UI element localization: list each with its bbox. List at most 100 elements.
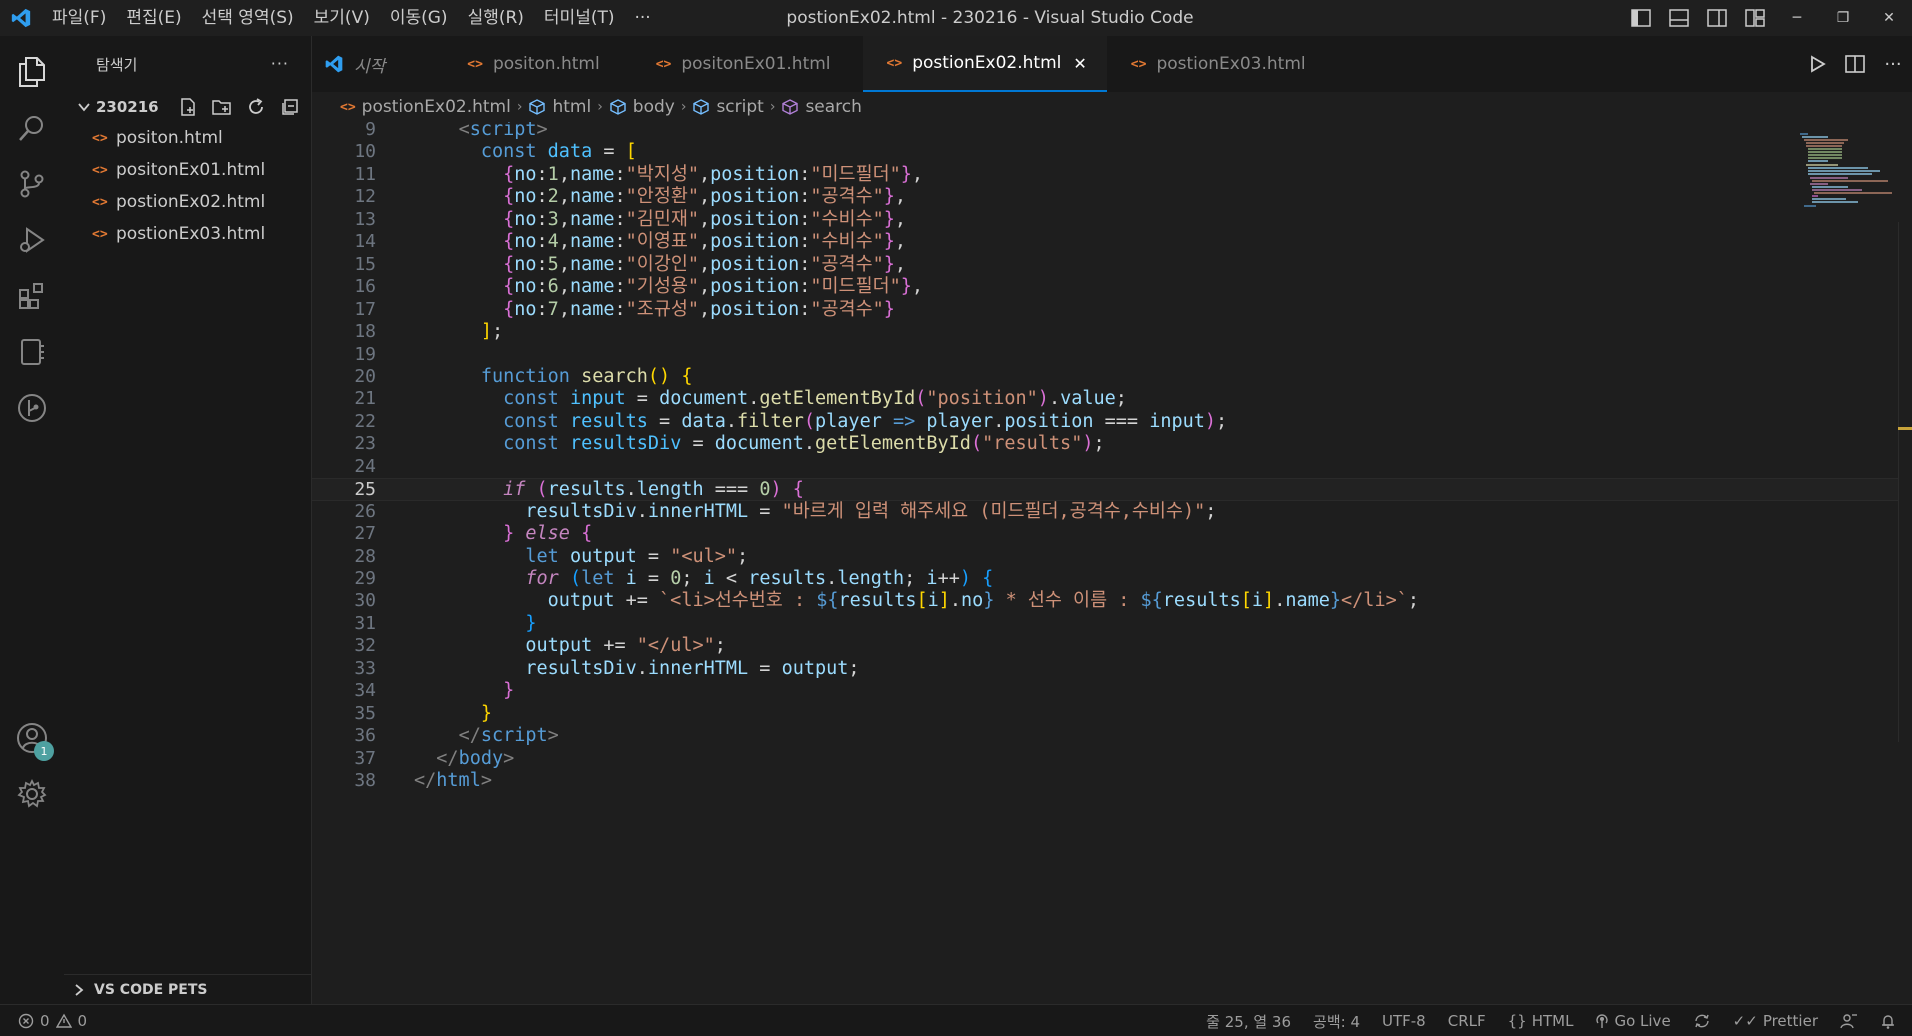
sync-icon[interactable]: [1693, 1013, 1711, 1029]
cursor-position[interactable]: 줄 25, 열 36: [1206, 1011, 1291, 1032]
method-cube-icon: [781, 98, 799, 116]
menu-more[interactable]: ···: [625, 0, 661, 36]
toggle-panel-icon[interactable]: [1660, 0, 1698, 36]
breadcrumb-file[interactable]: <> postionEx02.html: [340, 97, 511, 117]
code-line[interactable]: 22 const results = data.filter(player =>…: [312, 411, 1912, 433]
minimap[interactable]: [1798, 132, 1894, 212]
refresh-icon[interactable]: [243, 95, 269, 119]
feedback-icon[interactable]: [1840, 1013, 1858, 1029]
go-live-button[interactable]: Go Live: [1595, 1012, 1671, 1030]
explorer-more-button[interactable]: ···: [271, 54, 289, 73]
element-cube-icon: [692, 98, 710, 116]
new-file-icon[interactable]: [175, 95, 201, 119]
file-item[interactable]: <> positon.html: [64, 122, 311, 154]
code-line[interactable]: 24: [312, 456, 1912, 478]
code-line[interactable]: 27 } else {: [312, 523, 1912, 545]
git-graph-icon[interactable]: [0, 380, 64, 436]
code-line[interactable]: 28 let output = "<ul>";: [312, 546, 1912, 568]
code-line[interactable]: 14 {no:4,name:"이영표",position:"수비수"},: [312, 231, 1912, 253]
toggle-primary-sidebar-icon[interactable]: [1622, 0, 1660, 36]
code-line[interactable]: 29 for (let i = 0; i < results.length; i…: [312, 568, 1912, 590]
code-line[interactable]: 36 </script>: [312, 725, 1912, 747]
code-editor[interactable]: 9 <script> 10 const data = [11 {no:1,name…: [312, 122, 1912, 1004]
code-line[interactable]: 32 output += "</ul>";: [312, 635, 1912, 657]
menu-go[interactable]: 이동(G): [380, 0, 458, 36]
restore-button[interactable]: ❐: [1820, 0, 1866, 36]
menu-edit[interactable]: 편집(E): [116, 0, 191, 36]
file-item[interactable]: <> postionEx02.html: [64, 186, 311, 218]
code-line[interactable]: 9 <script>: [312, 122, 1912, 141]
indentation[interactable]: 공백: 4: [1313, 1011, 1360, 1032]
tab-welcome[interactable]: 시작: [312, 36, 405, 92]
code-line[interactable]: 31 }: [312, 613, 1912, 635]
close-tab-icon[interactable]: ✕: [1073, 54, 1086, 73]
code-line[interactable]: 35 }: [312, 703, 1912, 725]
code-line[interactable]: 21 const input = document.getElementById…: [312, 388, 1912, 410]
code-line[interactable]: 33 resultsDiv.innerHTML = output;: [312, 658, 1912, 680]
code-line[interactable]: 23 const resultsDiv = document.getElemen…: [312, 433, 1912, 455]
code-line[interactable]: 25 if (results.length === 0) {: [312, 478, 1912, 501]
prettier-status[interactable]: ✓✓ Prettier: [1733, 1012, 1818, 1030]
source-control-icon[interactable]: [0, 156, 64, 212]
code-line[interactable]: 19: [312, 344, 1912, 366]
split-editor-icon[interactable]: [1836, 36, 1874, 92]
customize-layout-icon[interactable]: [1736, 0, 1774, 36]
code-line[interactable]: 37 </body>: [312, 748, 1912, 770]
folder-row[interactable]: 230216: [64, 92, 311, 122]
line-number: 16: [354, 276, 376, 298]
code-line[interactable]: 15 {no:5,name:"이강인",position:"공격수"},: [312, 254, 1912, 276]
new-folder-icon[interactable]: [209, 95, 235, 119]
run-debug-icon[interactable]: [0, 212, 64, 268]
tab-postionex02[interactable]: <> postionEx02.html ✕: [862, 36, 1107, 92]
manage-gear-icon[interactable]: [0, 766, 64, 822]
collapse-all-icon[interactable]: [277, 95, 303, 119]
chevron-right-icon: ›: [597, 99, 603, 115]
code-line[interactable]: 10 const data = [: [312, 141, 1912, 163]
vertical-scrollbar[interactable]: [1898, 222, 1912, 742]
code-line[interactable]: 18 ];: [312, 321, 1912, 343]
code-line[interactable]: 16 {no:6,name:"기성용",position:"미드필더"},: [312, 276, 1912, 298]
menu-file[interactable]: 파일(F): [42, 0, 116, 36]
code-line[interactable]: 30 output += `<li>선수번호 : ${results[i].no…: [312, 590, 1912, 612]
breadcrumb-html[interactable]: html: [528, 97, 591, 117]
line-number: 27: [354, 523, 376, 545]
code-line[interactable]: 11 {no:1,name:"박지성",position:"미드필더"},: [312, 164, 1912, 186]
code-text: </script>: [458, 725, 559, 747]
file-item[interactable]: <> postionEx03.html: [64, 218, 311, 250]
code-line[interactable]: 26 resultsDiv.innerHTML = "바르게 입력 해주세요 (…: [312, 501, 1912, 523]
code-line[interactable]: 20 function search() {: [312, 366, 1912, 388]
notifications-bell-icon[interactable]: [1880, 1013, 1896, 1029]
language-mode[interactable]: {} HTML: [1508, 1012, 1574, 1030]
problems-indicator[interactable]: 0 0: [0, 1012, 87, 1030]
pets-section-header[interactable]: VS CODE PETS: [64, 974, 312, 1004]
minimize-button[interactable]: ─: [1774, 0, 1820, 36]
notebook-icon[interactable]: [0, 324, 64, 380]
encoding[interactable]: UTF-8: [1382, 1012, 1426, 1030]
file-item[interactable]: <> positonEx01.html: [64, 154, 311, 186]
code-line[interactable]: 17 {no:7,name:"조규성",position:"공격수"}: [312, 299, 1912, 321]
run-icon[interactable]: [1798, 36, 1836, 92]
close-window-button[interactable]: ✕: [1866, 0, 1912, 36]
menu-run[interactable]: 실행(R): [458, 0, 534, 36]
account-icon[interactable]: [0, 710, 64, 766]
search-icon[interactable]: [0, 100, 64, 156]
tab-postionex03[interactable]: <> postionEx03.html: [1107, 36, 1326, 92]
menu-terminal[interactable]: 터미널(T): [534, 0, 625, 36]
menu-selection[interactable]: 선택 영역(S): [192, 0, 304, 36]
menu-view[interactable]: 보기(V): [304, 0, 380, 36]
toggle-secondary-sidebar-icon[interactable]: [1698, 0, 1736, 36]
extensions-icon[interactable]: [0, 268, 64, 324]
explorer-icon[interactable]: [0, 44, 64, 100]
breadcrumb-script[interactable]: script: [692, 97, 764, 117]
code-line[interactable]: 38 </html>: [312, 770, 1912, 792]
tab-positon[interactable]: <> positon.html: [443, 36, 619, 92]
breadcrumb-body[interactable]: body: [609, 97, 675, 117]
code-line[interactable]: 12 {no:2,name:"안정환",position:"공격수"},: [312, 186, 1912, 208]
tab-positonex01[interactable]: <> positonEx01.html: [632, 36, 851, 92]
more-actions-icon[interactable]: ···: [1874, 36, 1912, 92]
html-file-icon: <>: [92, 194, 108, 210]
code-line[interactable]: 13 {no:3,name:"김민재",position:"수비수"},: [312, 209, 1912, 231]
code-line[interactable]: 34 }: [312, 680, 1912, 702]
end-of-line[interactable]: CRLF: [1448, 1012, 1486, 1030]
breadcrumb-search[interactable]: search: [781, 97, 862, 117]
